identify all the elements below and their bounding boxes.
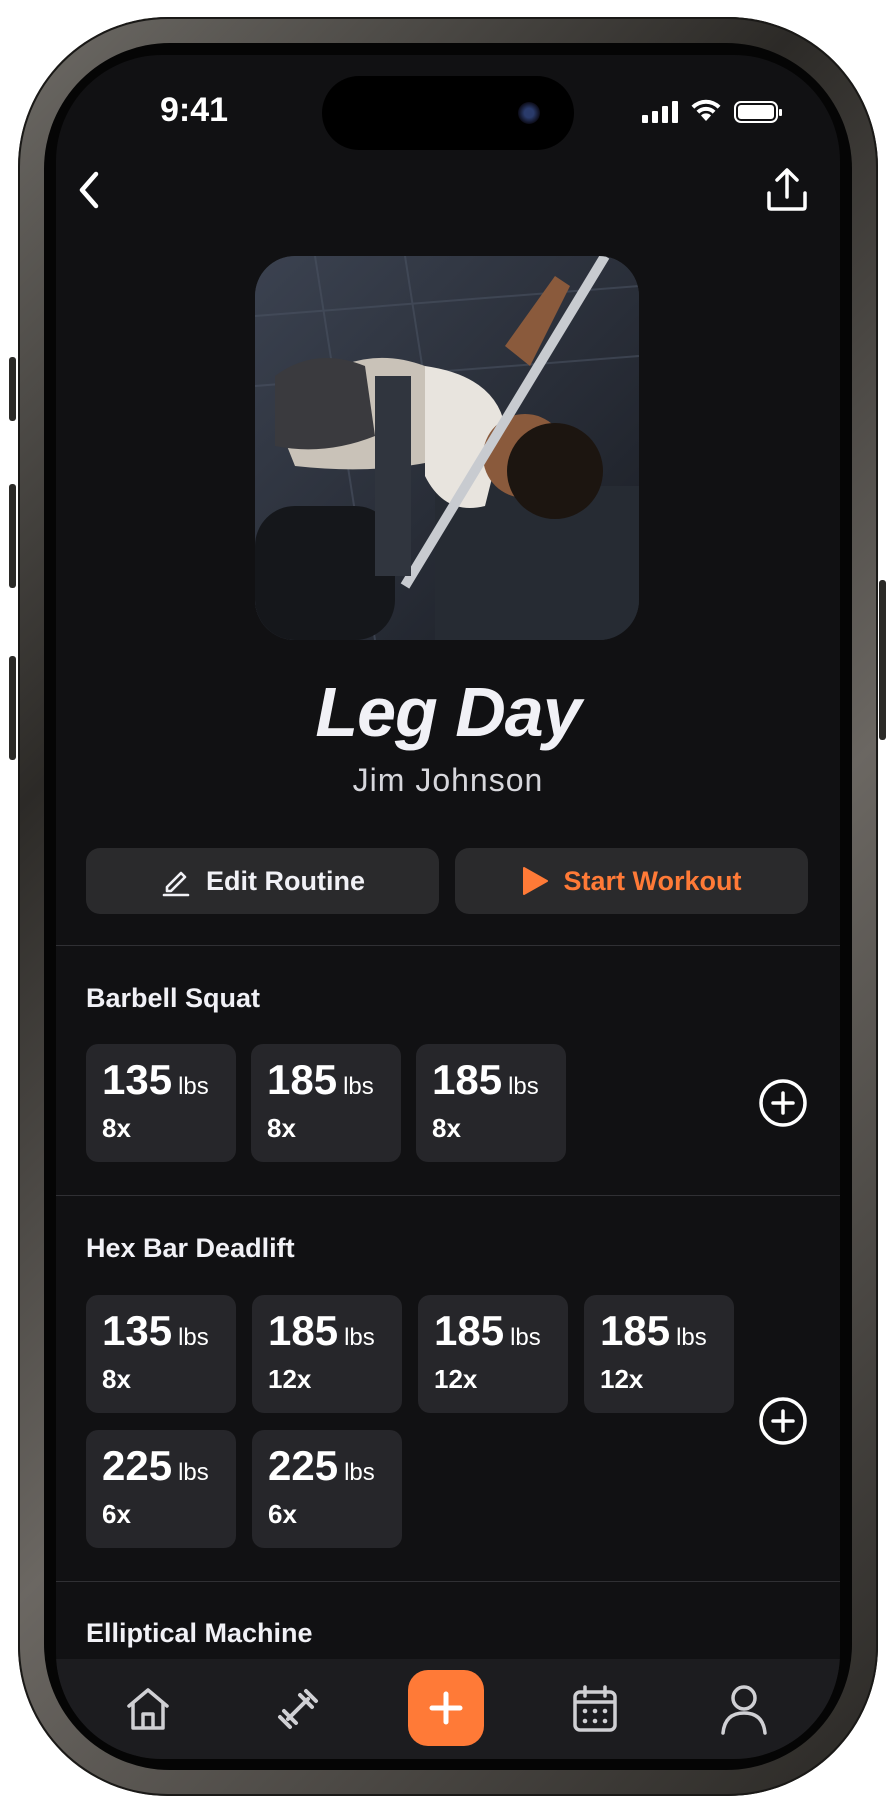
profile-icon [721, 1685, 767, 1735]
set-weight: 135 [102, 1307, 173, 1354]
start-workout-button[interactable]: Start Workout [455, 848, 808, 914]
tab-bar [56, 1659, 840, 1759]
power-button [879, 580, 886, 740]
tab-profile[interactable] [716, 1681, 772, 1737]
set-unit: lbs [178, 1459, 209, 1486]
set-weight: 185 [600, 1307, 671, 1354]
home-icon [127, 1688, 169, 1730]
exercise-title: Elliptical Machine [86, 1618, 313, 1648]
set-weight: 225 [102, 1442, 173, 1489]
set-reps: 12x [268, 1364, 312, 1394]
start-workout-label: Start Workout [563, 865, 742, 896]
tab-calendar[interactable] [567, 1681, 623, 1737]
set-card[interactable]: 135 lbs 8x [86, 1044, 236, 1162]
dynamic-island [322, 76, 574, 150]
set-card[interactable]: 185 lbs 12x [252, 1295, 402, 1413]
status-time: 9:41 [160, 91, 229, 129]
share-icon [767, 168, 807, 211]
front-camera [518, 102, 540, 124]
set-reps: 6x [102, 1499, 131, 1529]
volume-up-button [9, 484, 16, 588]
set-unit: lbs [676, 1324, 707, 1351]
edit-routine-button[interactable]: Edit Routine [86, 848, 439, 914]
set-weight: 135 [102, 1056, 173, 1103]
chevron-left-icon [79, 171, 99, 209]
edit-routine-label: Edit Routine [206, 865, 365, 896]
add-workout-button[interactable] [408, 1670, 484, 1746]
set-unit: lbs [178, 1324, 209, 1351]
workout-photo [255, 256, 639, 640]
play-icon [523, 867, 549, 895]
set-weight: 185 [434, 1307, 505, 1354]
set-reps: 8x [102, 1113, 131, 1143]
routine-cover-image [255, 256, 639, 640]
set-reps: 6x [268, 1499, 297, 1529]
set-weight: 185 [432, 1056, 503, 1103]
set-weight: 185 [268, 1307, 339, 1354]
routine-title: Leg Day [315, 673, 581, 751]
back-button[interactable] [64, 165, 114, 215]
status-icons [642, 99, 782, 123]
set-unit: lbs [344, 1324, 375, 1351]
plus-circle-icon [759, 1079, 807, 1127]
set-reps: 12x [434, 1364, 478, 1394]
set-card[interactable]: 185 lbs 8x [251, 1044, 401, 1162]
silent-switch [9, 357, 16, 421]
set-card[interactable]: 185 lbs 12x [418, 1295, 568, 1413]
add-set-button[interactable] [758, 1078, 808, 1128]
wifi-icon [691, 99, 721, 121]
set-reps: 8x [267, 1113, 296, 1143]
set-reps: 8x [432, 1113, 461, 1143]
app-screen: 9:41 Leg Day Jim Johnson Edit Routine St… [56, 55, 840, 1759]
set-weight: 185 [267, 1056, 338, 1103]
set-reps: 12x [600, 1364, 644, 1394]
pencil-icon [162, 871, 190, 897]
set-card[interactable]: 225 lbs 6x [86, 1430, 236, 1548]
set-card[interactable]: 185 lbs 8x [416, 1044, 566, 1162]
plus-circle-icon [759, 1397, 807, 1445]
routine-author: Jim Johnson [352, 762, 544, 798]
volume-down-button [9, 656, 16, 760]
calendar-icon [573, 1685, 617, 1732]
set-unit: lbs [343, 1073, 374, 1100]
tab-home[interactable] [120, 1681, 176, 1737]
divider [56, 1581, 840, 1582]
set-unit: lbs [178, 1073, 209, 1100]
set-card[interactable]: 135 lbs 8x [86, 1295, 236, 1413]
battery-icon [734, 101, 782, 123]
exercise-title: Hex Bar Deadlift [86, 1233, 295, 1263]
set-weight: 225 [268, 1442, 339, 1489]
divider [56, 1195, 840, 1196]
cellular-signal-icon [642, 101, 678, 123]
dumbbell-icon [278, 1689, 318, 1729]
set-card[interactable]: 225 lbs 6x [252, 1430, 402, 1548]
set-card[interactable]: 185 lbs 12x [584, 1295, 734, 1413]
set-unit: lbs [508, 1073, 539, 1100]
plus-icon [429, 1691, 463, 1725]
set-unit: lbs [344, 1459, 375, 1486]
share-button[interactable] [762, 165, 812, 215]
tab-workouts[interactable] [270, 1681, 326, 1737]
divider [56, 945, 840, 946]
add-set-button[interactable] [758, 1396, 808, 1446]
set-reps: 8x [102, 1364, 131, 1394]
set-unit: lbs [510, 1324, 541, 1351]
exercise-title: Barbell Squat [86, 983, 261, 1013]
